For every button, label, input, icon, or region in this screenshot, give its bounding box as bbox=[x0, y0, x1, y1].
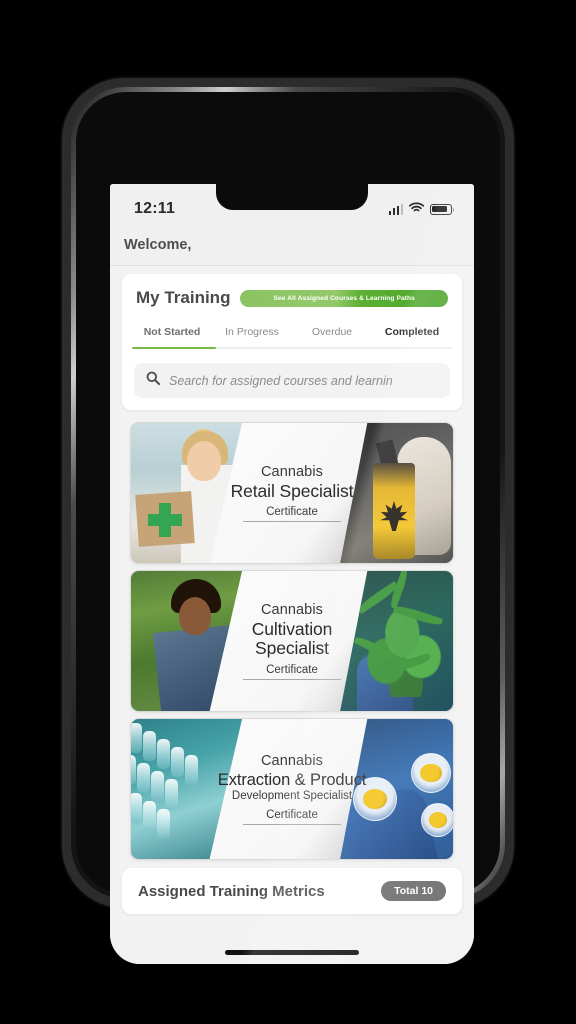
phone-notch bbox=[216, 184, 368, 210]
tab-not-started[interactable]: Not Started bbox=[132, 326, 212, 349]
status-bar-clock: 12:11 bbox=[134, 200, 176, 217]
welcome-header: Welcome, bbox=[110, 228, 474, 266]
course-card-extraction-specialist[interactable]: Cannabis Extraction & Product Developmen… bbox=[130, 718, 454, 860]
search-icon bbox=[146, 371, 160, 390]
course-card-cultivation-specialist[interactable]: Cannabis Cultivation Specialist Certific… bbox=[130, 570, 454, 712]
assigned-training-metrics-card[interactable]: Assigned Training Metrics Total 10 bbox=[122, 868, 462, 914]
tab-active-indicator bbox=[132, 346, 216, 349]
phone-screen: 12:11 Welcome, My Training See All Assig… bbox=[110, 184, 474, 964]
phone-frame: 12:11 Welcome, My Training See All Assig… bbox=[62, 78, 514, 964]
tab-in-progress[interactable]: In Progress bbox=[212, 326, 292, 349]
training-tabs: Not Started In Progress Overdue Complete… bbox=[122, 326, 462, 349]
page-title: My Training bbox=[136, 288, 231, 307]
search-input[interactable] bbox=[169, 373, 438, 388]
status-bar-icons bbox=[388, 200, 455, 218]
course-list: Cannabis Retail Specialist Certificate C… bbox=[122, 422, 462, 860]
course-card-retail-specialist[interactable]: Cannabis Retail Specialist Certificate bbox=[130, 422, 454, 564]
tab-overdue[interactable]: Overdue bbox=[292, 326, 372, 349]
metrics-title: Assigned Training Metrics bbox=[138, 882, 325, 900]
tab-completed[interactable]: Completed bbox=[372, 326, 452, 349]
see-all-assigned-courses-button[interactable]: See All Assigned Courses & Learning Path… bbox=[240, 289, 448, 307]
signal-bars-icon bbox=[388, 203, 403, 215]
home-indicator[interactable] bbox=[225, 950, 359, 955]
metrics-total-badge: Total 10 bbox=[381, 881, 446, 901]
welcome-text: Welcome, bbox=[124, 236, 192, 253]
battery-icon bbox=[430, 203, 455, 215]
search-bar[interactable] bbox=[134, 363, 450, 398]
my-training-card: My Training See All Assigned Courses & L… bbox=[122, 274, 462, 410]
wifi-icon bbox=[408, 200, 425, 218]
my-training-header: My Training See All Assigned Courses & L… bbox=[122, 288, 462, 308]
app-scroll-body[interactable]: My Training See All Assigned Courses & L… bbox=[110, 266, 474, 964]
